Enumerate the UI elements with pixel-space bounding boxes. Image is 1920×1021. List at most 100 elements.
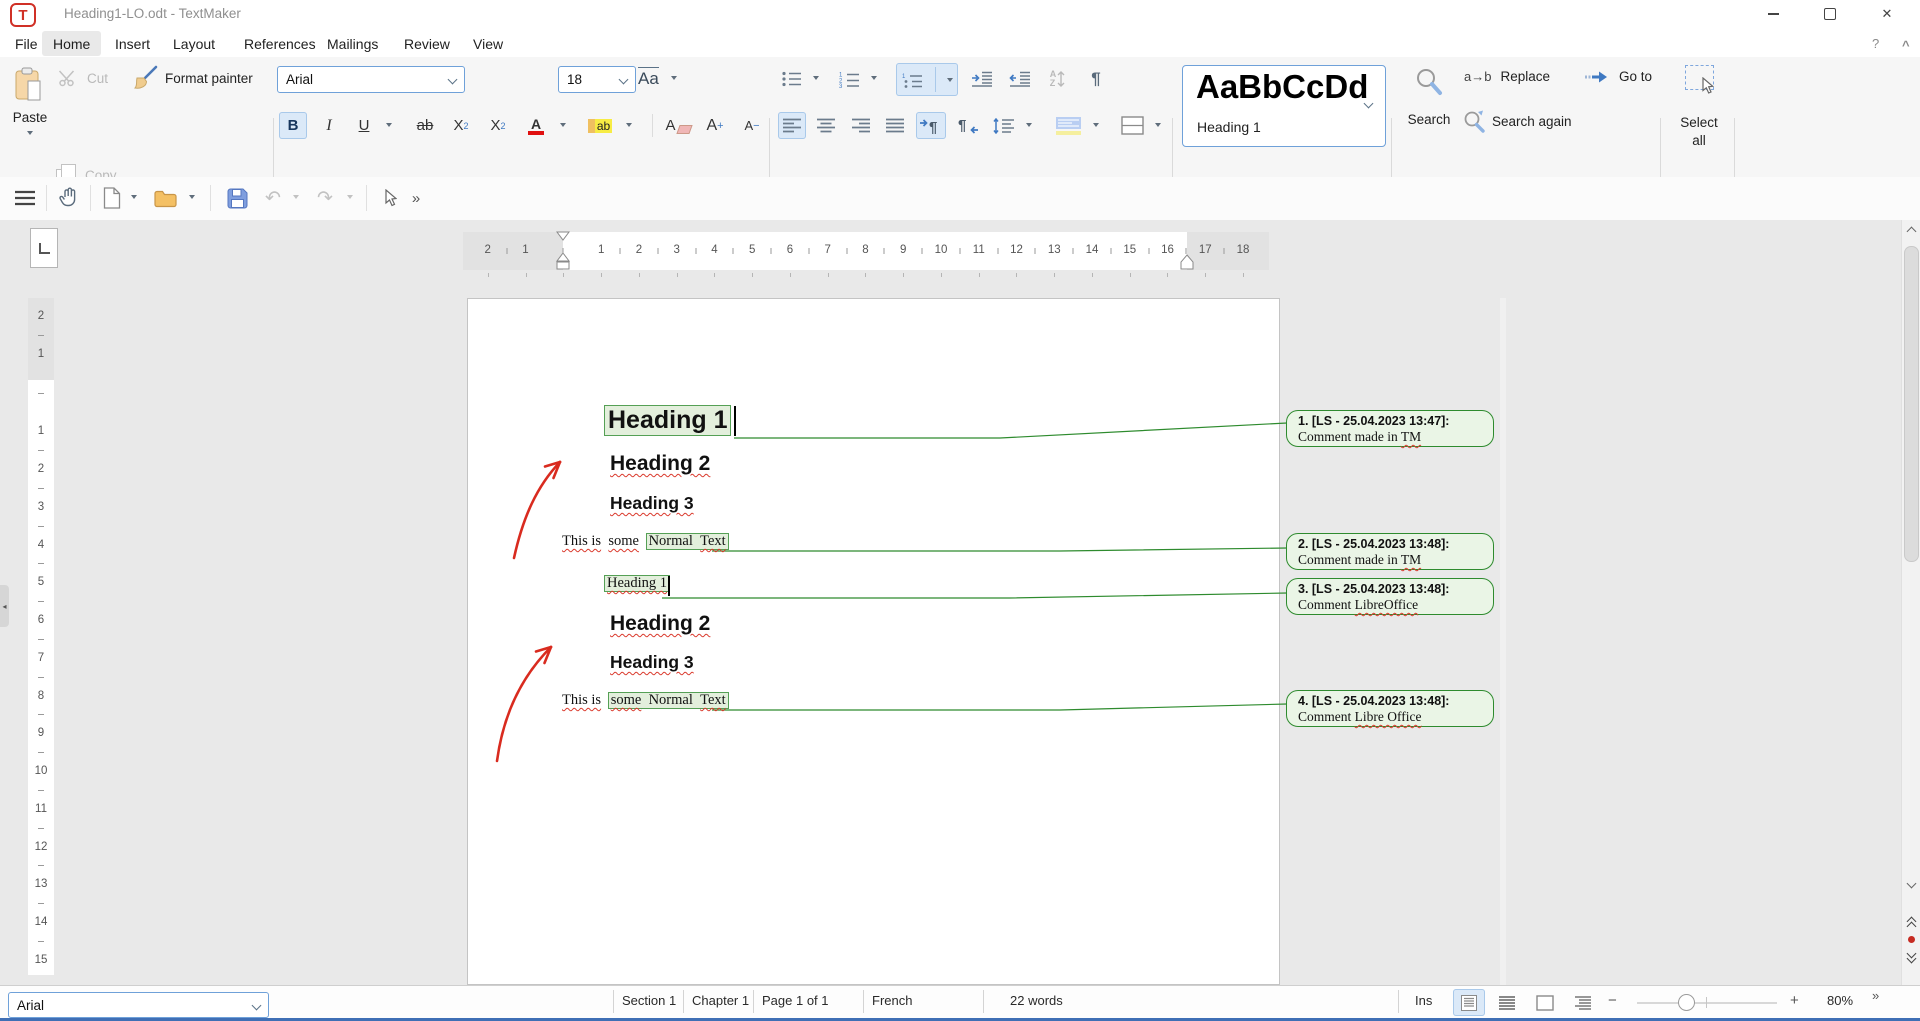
browse-object-icon[interactable] — [1908, 936, 1915, 943]
doc-word[interactable]: Normal — [649, 533, 693, 549]
comment-3[interactable]: 3. [LS - 25.04.2023 13:48]: Comment Libr… — [1286, 578, 1494, 615]
status-overflow-icon[interactable]: » — [1872, 988, 1879, 1003]
replace-button[interactable]: a→b Replace — [1464, 69, 1550, 84]
scrollbar-thumb[interactable] — [1904, 246, 1919, 562]
borders-button[interactable] — [1117, 112, 1147, 139]
cut-button[interactable]: Cut — [58, 69, 108, 87]
save-button[interactable] — [222, 183, 252, 213]
status-chapter[interactable]: Chapter 1 — [692, 993, 749, 1008]
hamburger-menu-button[interactable] — [10, 183, 40, 213]
font-name-combobox[interactable]: Arial — [277, 66, 465, 93]
align-left-button[interactable] — [778, 112, 806, 139]
help-icon[interactable]: ? — [1872, 36, 1879, 51]
page[interactable] — [467, 298, 1280, 985]
shading-dropdown-icon[interactable] — [1093, 123, 1099, 127]
zoom-in-button[interactable]: + — [1790, 992, 1799, 1009]
justify-button[interactable] — [881, 112, 909, 139]
doc-word[interactable]: some — [611, 692, 642, 708]
menu-insert[interactable]: Insert — [104, 31, 161, 56]
zoom-slider-thumb[interactable] — [1678, 994, 1695, 1011]
menu-home[interactable]: Home — [42, 31, 101, 56]
select-all-button[interactable]: Select all — [1668, 63, 1730, 155]
numbered-list-button[interactable]: 123 — [836, 66, 864, 92]
font-color-button[interactable]: A — [522, 112, 550, 139]
tab-stop-selector[interactable] — [30, 228, 58, 268]
next-object-icon[interactable] — [1907, 954, 1917, 964]
first-line-indent-marker[interactable] — [556, 231, 570, 241]
decrease-indent-button[interactable] — [1006, 66, 1034, 92]
formatting-marks-button[interactable]: ¶ — [1082, 66, 1110, 92]
shading-button[interactable] — [1052, 112, 1084, 139]
paste-dropdown-icon[interactable] — [27, 131, 33, 135]
redo-dropdown-icon[interactable] — [347, 195, 353, 199]
style-chevron-icon[interactable] — [1364, 99, 1374, 109]
doc-word[interactable]: Normal — [649, 692, 693, 708]
touch-mode-button[interactable] — [54, 183, 84, 213]
undo-dropdown-icon[interactable] — [293, 195, 299, 199]
status-font-combobox[interactable]: Arial — [8, 992, 269, 1018]
outline-list-button[interactable]: 1 — [896, 63, 958, 96]
search-button[interactable]: Search — [1398, 63, 1460, 141]
line-spacing-dropdown-icon[interactable] — [1026, 123, 1032, 127]
italic-button[interactable]: I — [315, 112, 343, 139]
goto-button[interactable]: Go to — [1584, 69, 1652, 84]
doc-heading3[interactable]: Heading 3 — [610, 493, 694, 514]
comment-4[interactable]: 4. [LS - 25.04.2023 13:48]: Comment Libr… — [1286, 690, 1494, 727]
change-case-dropdown-icon[interactable] — [671, 76, 677, 80]
zoom-out-button[interactable]: − — [1608, 992, 1617, 1009]
line-spacing-button[interactable] — [990, 112, 1018, 139]
splitter-handle[interactable]: ◂ — [0, 585, 9, 627]
change-case-button[interactable]: Aa — [638, 67, 677, 89]
bullet-list-button[interactable] — [778, 66, 806, 92]
strikethrough-button[interactable]: ab — [410, 112, 440, 139]
ltr-paragraph-button[interactable]: ¶ — [916, 112, 946, 139]
doc-normal-line[interactable]: This is some Normal Text — [562, 692, 729, 709]
numbered-list-dropdown-icon[interactable] — [871, 76, 877, 80]
minimize-button[interactable] — [1756, 2, 1790, 26]
menu-mailings[interactable]: Mailings — [316, 31, 389, 56]
right-indent-marker[interactable] — [1180, 254, 1194, 270]
zoom-level[interactable]: 80% — [1827, 993, 1853, 1008]
menu-review[interactable]: Review — [393, 31, 461, 56]
increase-indent-button[interactable] — [968, 66, 996, 92]
bold-button[interactable]: B — [279, 112, 307, 139]
bullet-list-dropdown-icon[interactable] — [813, 76, 819, 80]
left-indent-marker[interactable] — [556, 252, 570, 270]
doc-heading1-small[interactable]: Heading 1 — [604, 575, 670, 592]
doc-word[interactable]: some — [608, 533, 639, 549]
rtl-paragraph-button[interactable]: ¶ — [953, 112, 983, 139]
highlight-dropdown-icon[interactable] — [626, 123, 632, 127]
align-right-button[interactable] — [847, 112, 875, 139]
doc-heading3[interactable]: Heading 3 — [610, 652, 694, 673]
doc-heading1[interactable]: Heading 1 — [604, 405, 731, 436]
view-page-layout-button[interactable] — [1453, 989, 1485, 1016]
status-word-count[interactable]: 22 words — [1010, 993, 1063, 1008]
status-section[interactable]: Section 1 — [622, 993, 676, 1008]
align-center-button[interactable] — [812, 112, 840, 139]
menu-view[interactable]: View — [462, 31, 514, 56]
undo-button[interactable]: ↶ — [260, 183, 286, 213]
view-fullpage-button[interactable] — [1529, 989, 1561, 1016]
maximize-button[interactable] — [1813, 2, 1847, 26]
collapse-ribbon-icon[interactable]: ^ — [1902, 38, 1910, 53]
format-painter-button[interactable]: Format painter — [130, 65, 253, 91]
redo-button[interactable]: ↷ — [312, 183, 338, 213]
doc-heading2[interactable]: Heading 2 — [610, 452, 710, 476]
doc-heading1-small-line[interactable]: Heading 1 — [604, 575, 670, 592]
doc-word[interactable]: Text — [700, 533, 726, 549]
highlight-button[interactable]: ab — [584, 112, 616, 139]
menu-layout[interactable]: Layout — [162, 31, 226, 56]
scroll-up-icon[interactable] — [1907, 227, 1917, 237]
zoom-slider-track[interactable] — [1637, 1002, 1777, 1004]
superscript-button[interactable]: X2 — [483, 112, 513, 139]
previous-object-icon[interactable] — [1907, 922, 1917, 932]
outline-list-dropdown-icon[interactable] — [947, 78, 953, 82]
underline-button[interactable]: U — [350, 112, 378, 139]
view-normal-button[interactable] — [1491, 989, 1523, 1016]
borders-dropdown-icon[interactable] — [1155, 123, 1161, 127]
comment-1[interactable]: 1. [LS - 25.04.2023 13:47]: Comment made… — [1286, 410, 1494, 447]
doc-heading2[interactable]: Heading 2 — [610, 612, 710, 636]
shrink-font-button[interactable]: A− — [737, 112, 767, 139]
doc-normal-line[interactable]: This is some Normal Text — [562, 533, 729, 550]
close-button[interactable]: ✕ — [1870, 2, 1904, 26]
